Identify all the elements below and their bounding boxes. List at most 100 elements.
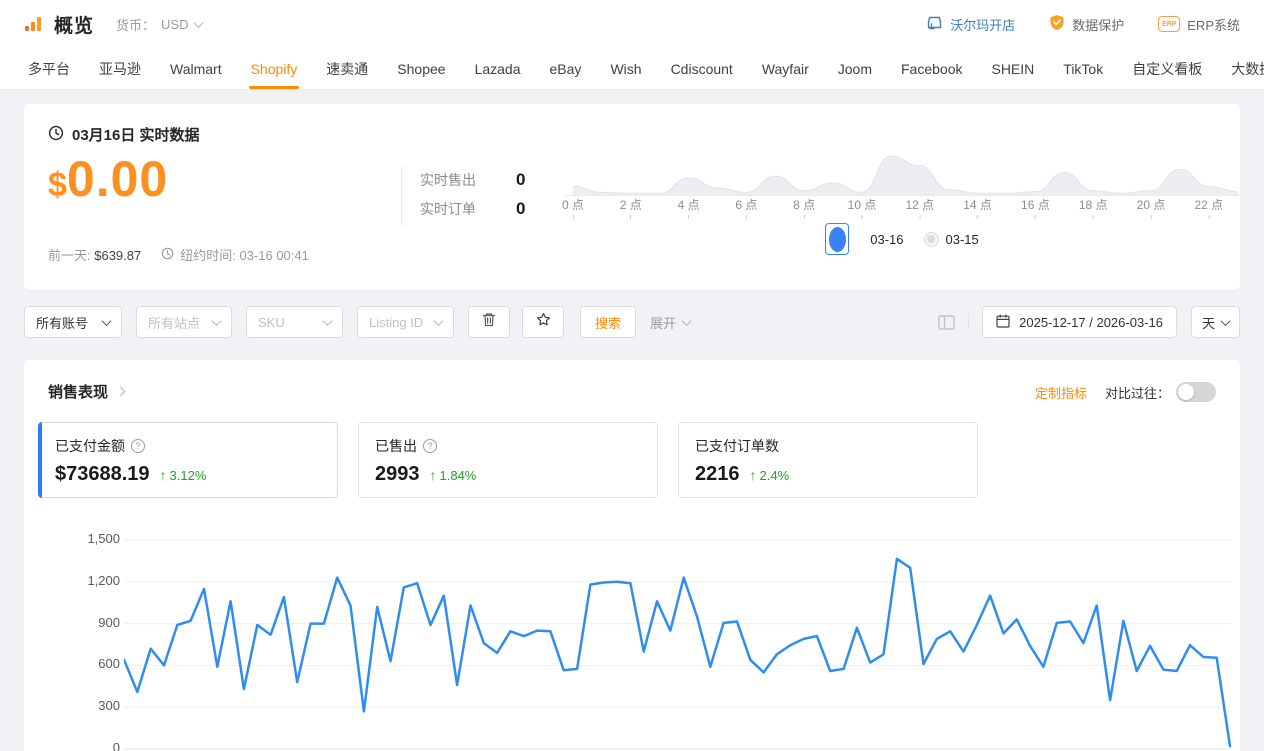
sparkline-x-tick: 12 点 <box>905 196 934 219</box>
chevron-down-icon <box>1221 316 1231 326</box>
data-protection-label: 数据保护 <box>1072 15 1124 34</box>
y-axis-tick: 300 <box>50 698 120 713</box>
currency-selector[interactable]: 货币： USD <box>116 15 202 34</box>
tab-ebay[interactable]: eBay <box>550 48 582 89</box>
listing-id-select[interactable]: Listing ID <box>357 306 454 338</box>
tab-custom-dashboard[interactable]: 自定义看板 <box>1132 48 1202 89</box>
site-select[interactable]: 所有站点 <box>136 306 232 338</box>
sales-section-header[interactable]: 销售表现 <box>48 381 124 402</box>
top-links: 沃尔玛开店 数据保护 ERP ERP系统 <box>926 14 1240 34</box>
y-axis-tick: 1,500 <box>50 531 120 546</box>
sparkline-x-tick: 8 点 <box>793 196 815 219</box>
tab-facebook[interactable]: Facebook <box>901 48 962 89</box>
trend-line <box>124 559 1230 746</box>
metric-card-units-sold[interactable]: 已售出?2993↑1.84% <box>358 422 658 498</box>
metric-value-row: 2216↑2.4% <box>695 463 961 486</box>
tab-big-data-selection[interactable]: 大数据选品 <box>1231 48 1264 89</box>
radio-icon <box>825 223 849 255</box>
realtime-title: 03月16日 实时数据 <box>72 124 200 145</box>
y-axis-tick: 0 <box>50 740 120 751</box>
previous-day-value: 前一天: $639.87 <box>48 245 141 264</box>
sales-trend-svg <box>124 530 1232 751</box>
walmart-open-store-label: 沃尔玛开店 <box>950 15 1015 34</box>
trash-icon <box>482 312 496 332</box>
legend-03-16[interactable]: 03-16 <box>825 223 903 255</box>
tab-shopify[interactable]: Shopify <box>251 48 298 89</box>
metric-value: 2216 <box>695 463 740 486</box>
tab-aliexpress[interactable]: 速卖通 <box>326 48 368 89</box>
favorite-button[interactable] <box>522 306 564 338</box>
y-axis-tick: 600 <box>50 656 120 671</box>
walmart-open-store-link[interactable]: 沃尔玛开店 <box>926 15 1015 34</box>
metric-card-paid-orders[interactable]: 已支付订单数2216↑2.4% <box>678 422 978 498</box>
chevron-down-icon <box>323 316 333 326</box>
tab-walmart[interactable]: Walmart <box>170 48 222 89</box>
star-icon <box>536 312 551 332</box>
data-protection-link[interactable]: 数据保护 <box>1049 14 1124 34</box>
realtime-sold-stat: 实时售出 0 <box>420 170 525 190</box>
sales-controls: 定制指标 对比过往： <box>1035 382 1216 402</box>
page-title: 概览 <box>54 11 94 38</box>
tab-shopee[interactable]: Shopee <box>397 48 445 89</box>
tab-joom[interactable]: Joom <box>838 48 872 89</box>
metric-label: 已支付金额? <box>55 436 321 456</box>
sparkline-x-tick: 6 点 <box>735 196 757 219</box>
erp-system-link[interactable]: ERP ERP系统 <box>1158 15 1240 34</box>
tab-multi-platform[interactable]: 多平台 <box>28 48 70 89</box>
sparkline-x-tick: 2 点 <box>620 196 642 219</box>
bar-chart-logo-icon <box>24 15 44 33</box>
metric-value-row: $73688.19↑3.12% <box>55 463 321 486</box>
divider <box>401 166 402 226</box>
customize-metrics-link[interactable]: 定制指标 <box>1035 383 1087 402</box>
trash-button[interactable] <box>468 306 510 338</box>
erp-system-label: ERP系统 <box>1187 15 1240 34</box>
tab-amazon[interactable]: 亚马逊 <box>99 48 141 89</box>
metric-value: 2993 <box>375 463 420 486</box>
realtime-stats: 实时售出 0 实时订单 0 <box>420 170 525 219</box>
filter-row: 所有账号 所有站点 SKU Listing ID <box>24 306 1240 338</box>
sparkline-x-tick: 14 点 <box>963 196 992 219</box>
chevron-down-icon <box>434 316 444 326</box>
sparkline-x-tick: 18 点 <box>1079 196 1108 219</box>
date-range-picker[interactable]: 2025-12-17 / 2026-03-16 <box>982 306 1177 338</box>
metric-change: 2.4% <box>760 468 790 483</box>
divider <box>968 314 969 330</box>
sales-performance-card: 销售表现 定制指标 对比过往： 已支付金额? $73688.19↑3.12% 已售出… <box>24 360 1240 751</box>
legend-03-15[interactable]: 03-15 <box>924 232 979 247</box>
tab-tiktok[interactable]: TikTok <box>1063 48 1103 89</box>
tab-wayfair[interactable]: Wayfair <box>762 48 809 89</box>
currency-label: 货币： <box>116 15 155 34</box>
realtime-orders-stat: 实时订单 0 <box>420 199 525 219</box>
granularity-select[interactable]: 天 <box>1191 306 1240 338</box>
currency-sign: $ <box>48 166 67 204</box>
tab-lazada[interactable]: Lazada <box>475 48 521 89</box>
y-axis-tick: 1,200 <box>50 573 120 588</box>
sku-select[interactable]: SKU <box>246 306 343 338</box>
chevron-down-icon <box>194 18 204 28</box>
sparkline-x-tick: 4 点 <box>678 196 700 219</box>
tab-wish[interactable]: Wish <box>610 48 641 89</box>
tab-cdiscount[interactable]: Cdiscount <box>671 48 733 89</box>
account-select[interactable]: 所有账号 <box>24 306 122 338</box>
y-axis-tick: 900 <box>50 615 120 630</box>
clock-icon-small <box>161 247 174 263</box>
expand-toggle[interactable]: 展开 <box>650 313 690 332</box>
metric-change: 1.84% <box>440 468 477 483</box>
compare-past-toggle[interactable] <box>1176 382 1216 402</box>
sparkline-x-tick: 0 点 <box>562 196 584 219</box>
metric-card-paid-amount[interactable]: 已支付金额? $73688.19↑3.12% <box>38 422 338 498</box>
help-icon[interactable]: ? <box>131 439 145 453</box>
sparkline-x-tick: 16 点 <box>1021 196 1050 219</box>
help-icon[interactable]: ? <box>423 439 437 453</box>
realtime-card: 03月16日 实时数据 $0.00 实时售出 0 实时订单 0 0 点 2 点 4 … <box>24 104 1240 290</box>
date-range-value: 2025-12-17 / 2026-03-16 <box>1019 315 1163 330</box>
metric-label: 已售出? <box>375 436 641 456</box>
tab-shein[interactable]: SHEIN <box>991 48 1034 89</box>
store-icon <box>926 15 943 34</box>
search-button[interactable]: 搜索 <box>580 306 636 338</box>
sparkline-x-tick: 10 点 <box>848 196 877 219</box>
columns-layout-icon[interactable] <box>938 315 955 330</box>
sales-trend-chart: 0 300 600 900 1,200 1,500 <box>24 530 1240 751</box>
sparkline-x-tick: 20 点 <box>1137 196 1166 219</box>
realtime-amount: $0.00 <box>48 150 168 208</box>
